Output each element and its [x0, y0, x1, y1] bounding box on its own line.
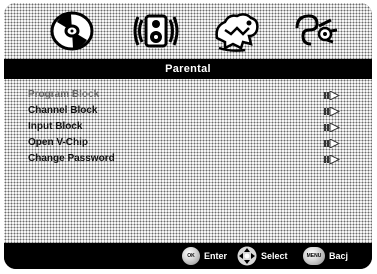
dragon-icon [215, 13, 259, 52]
arrow-right-icon [324, 91, 340, 100]
dragon-icon-tab[interactable] [210, 7, 262, 55]
page-title: Parental [4, 59, 372, 79]
disc-icon [50, 11, 94, 51]
speaker-icon [133, 14, 179, 48]
dpad-icon [237, 246, 257, 266]
menu-item-label: Change Password [28, 153, 115, 164]
menu-item-change-password[interactable]: Change Password [28, 151, 340, 167]
menu-item-open-v-chip[interactable]: Open V-Chip [28, 135, 340, 151]
disc-icon-tab[interactable] [46, 7, 98, 55]
enter-hint: OK Enter [182, 247, 227, 265]
settings-glyph-icon-tab[interactable] [290, 7, 342, 55]
back-label: Bacj [329, 251, 349, 261]
select-hint: Select [237, 246, 288, 266]
arrow-right-icon [324, 123, 340, 132]
menu-item-program-block[interactable]: Program Block [28, 87, 340, 103]
arrow-right-icon [324, 155, 340, 164]
menu-item-label: Open V-Chip [28, 137, 88, 148]
menu-item-label: Program Block [28, 89, 100, 100]
menu-item-label: Input Block [28, 121, 83, 132]
menu-panel: Program Block Channel Block Input Block [4, 79, 372, 243]
arrow-right-icon [324, 139, 340, 148]
back-hint: MENU Bacj [303, 247, 348, 265]
menu-item-channel-block[interactable]: Channel Block [28, 103, 340, 119]
ok-button-icon: OK [182, 247, 200, 265]
menu-button-icon: MENU [303, 247, 325, 265]
osd-window: Parental Program Block Channel Block Inp… [4, 3, 372, 269]
menu-item-label: Channel Block [28, 105, 98, 116]
enter-label: Enter [204, 251, 228, 261]
arrow-right-icon [324, 107, 340, 116]
menu-list: Program Block Channel Block Input Block [28, 87, 340, 167]
top-icon-bar [4, 3, 372, 59]
footer-hint-bar: OK Enter Select MENU Bacj [4, 243, 372, 269]
settings-glyph-icon [295, 14, 338, 46]
select-label: Select [261, 251, 288, 261]
menu-item-input-block[interactable]: Input Block [28, 119, 340, 135]
speaker-icon-tab[interactable] [130, 7, 182, 55]
